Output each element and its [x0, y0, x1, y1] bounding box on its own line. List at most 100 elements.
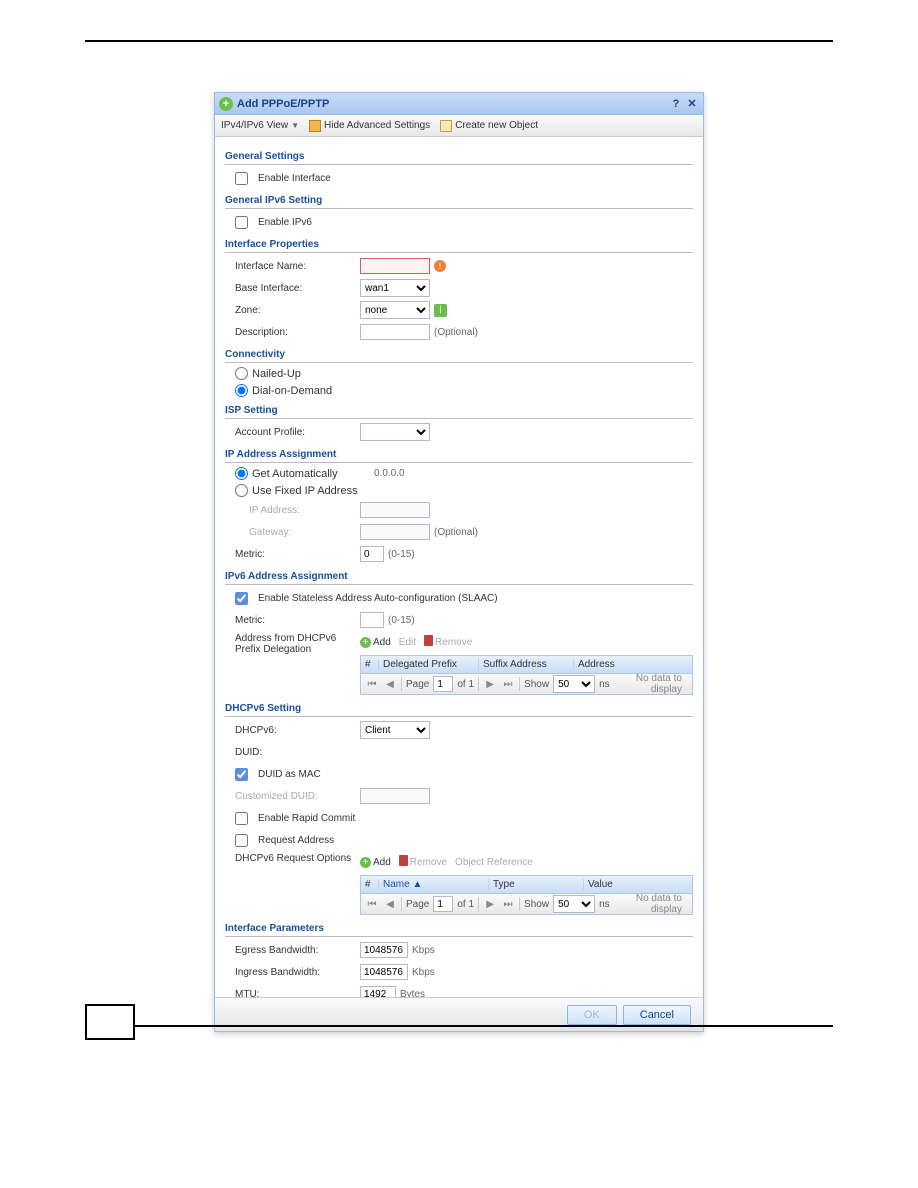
enable-ipv6-checkbox[interactable] [235, 216, 248, 229]
close-icon[interactable]: ✕ [685, 97, 699, 111]
page-prev-icon[interactable]: ◀ [383, 677, 397, 691]
page-last-icon[interactable]: ⏭ [501, 897, 515, 911]
show-count-select[interactable]: 50 [553, 675, 595, 693]
egress-label: Egress Bandwidth: [225, 945, 360, 956]
cancel-button[interactable]: Cancel [623, 1005, 691, 1025]
new-object-icon [440, 120, 452, 132]
get-auto-label: Get Automatically [252, 468, 370, 480]
page-first-icon[interactable]: ⏮ [365, 677, 379, 691]
addr-delegation-label: Address from DHCPv6 Prefix Delegation [225, 633, 360, 655]
columns-icon [309, 120, 321, 132]
account-profile-label: Account Profile: [225, 427, 360, 438]
duid-label: DUID: [225, 747, 360, 758]
reqopt-toolbar: Add Remove Object Reference [360, 853, 693, 871]
description-label: Description: [225, 327, 360, 338]
page-next-icon[interactable]: ▶ [483, 897, 497, 911]
interface-name-label: Interface Name: [225, 261, 360, 272]
base-interface-label: Base Interface: [225, 283, 360, 294]
warning-icon: ! [434, 260, 446, 272]
reqopt-objref-button: Object Reference [455, 857, 533, 868]
dhcpv6-select[interactable]: Client [360, 721, 430, 739]
page-prev-icon[interactable]: ◀ [383, 897, 397, 911]
enable-interface-checkbox[interactable] [235, 172, 248, 185]
create-object-button[interactable]: Create new Object [440, 120, 538, 132]
reqopt-add-button[interactable]: Add [360, 857, 391, 868]
use-fixed-label: Use Fixed IP Address [252, 485, 358, 497]
view-dropdown[interactable]: IPv4/IPv6 View [221, 120, 299, 131]
no-data-label: No data to display [614, 673, 688, 695]
section-isp: ISP Setting [225, 405, 693, 419]
page-top-rule [85, 40, 833, 42]
request-address-checkbox[interactable] [235, 834, 248, 847]
section-ip-assignment: IP Address Assignment [225, 449, 693, 463]
slaac-checkbox[interactable] [235, 592, 248, 605]
section-connectivity: Connectivity [225, 349, 693, 363]
dialog-toolbar: IPv4/IPv6 View Hide Advanced Settings Cr… [215, 115, 703, 137]
egress-input[interactable] [360, 942, 408, 958]
col-address[interactable]: Address [574, 659, 692, 670]
section-interface-properties: Interface Properties [225, 239, 693, 253]
duid-mac-checkbox[interactable] [235, 768, 248, 781]
interface-name-input[interactable] [360, 258, 430, 274]
footer-rule [135, 1025, 833, 1027]
dial-on-demand-radio[interactable] [235, 384, 248, 397]
page-input[interactable] [433, 676, 453, 692]
nailed-up-radio[interactable] [235, 367, 248, 380]
delegation-toolbar: Add Edit Remove [360, 633, 693, 651]
dialog-body: General Settings Enable Interface Genera… [215, 137, 703, 997]
gateway-label: Gateway: [225, 527, 360, 538]
base-interface-select[interactable]: wan1 [360, 279, 430, 297]
metric-label: Metric: [225, 549, 360, 560]
delegation-remove-button: Remove [424, 635, 472, 649]
optional-hint: (Optional) [434, 327, 478, 338]
hide-advanced-button[interactable]: Hide Advanced Settings [309, 120, 430, 132]
custom-duid-label: Customized DUID: [225, 791, 360, 802]
trash-icon [424, 635, 433, 649]
ip-address-input [360, 502, 430, 518]
dialog-add-pppoe: + Add PPPoE/PPTP ? ✕ IPv4/IPv6 View Hide… [214, 92, 704, 1032]
nailed-up-label: Nailed-Up [252, 368, 301, 380]
page-first-icon[interactable]: ⏮ [365, 897, 379, 911]
request-options-label: DHCPv6 Request Options [225, 853, 360, 864]
add-icon: + [219, 97, 233, 111]
description-input[interactable] [360, 324, 430, 340]
page-next-icon[interactable]: ▶ [483, 677, 497, 691]
custom-duid-input [360, 788, 430, 804]
delegation-edit-button: Edit [399, 637, 416, 648]
col-suffix[interactable]: Suffix Address [479, 659, 574, 670]
auto-ip-value: 0.0.0.0 [374, 468, 405, 479]
dial-on-demand-label: Dial-on-Demand [252, 385, 332, 397]
col-num[interactable]: # [361, 659, 379, 670]
trash-icon [399, 855, 408, 869]
mtu-label: MTU: [225, 989, 360, 998]
footer-box [85, 1004, 135, 1040]
reqopt-remove-button: Remove [399, 855, 447, 869]
metric-input[interactable] [360, 546, 384, 562]
ingress-label: Ingress Bandwidth: [225, 967, 360, 978]
section-dhcpv6: DHCPv6 Setting [225, 703, 693, 717]
use-fixed-radio[interactable] [235, 484, 248, 497]
ipv6-metric-label: Metric: [225, 615, 360, 626]
plus-icon [360, 857, 371, 868]
section-general-ipv6: General IPv6 Setting [225, 195, 693, 209]
enable-ipv6-label: Enable IPv6 [248, 217, 312, 228]
show-count-select[interactable]: 50 [553, 895, 595, 913]
ipv6-metric-input[interactable] [360, 612, 384, 628]
account-profile-select[interactable] [360, 423, 430, 441]
mtu-input[interactable] [360, 986, 396, 997]
get-auto-radio[interactable] [235, 467, 248, 480]
help-icon[interactable]: ? [669, 97, 683, 111]
ingress-input[interactable] [360, 964, 408, 980]
ip-address-label: IP Address: [225, 505, 360, 516]
duid-mac-label: DUID as MAC [248, 769, 321, 780]
info-icon: i [434, 304, 447, 317]
reqopt-grid: # Name ▲ Type Value ⏮ ◀ Page of 1 [360, 875, 693, 915]
rapid-commit-checkbox[interactable] [235, 812, 248, 825]
ok-button[interactable]: OK [567, 1005, 617, 1025]
page-last-icon[interactable]: ⏭ [501, 677, 515, 691]
page-input[interactable] [433, 896, 453, 912]
delegation-add-button[interactable]: Add [360, 637, 391, 648]
dialog-titlebar: + Add PPPoE/PPTP ? ✕ [215, 93, 703, 115]
zone-select[interactable]: none [360, 301, 430, 319]
col-prefix[interactable]: Delegated Prefix [379, 659, 479, 670]
